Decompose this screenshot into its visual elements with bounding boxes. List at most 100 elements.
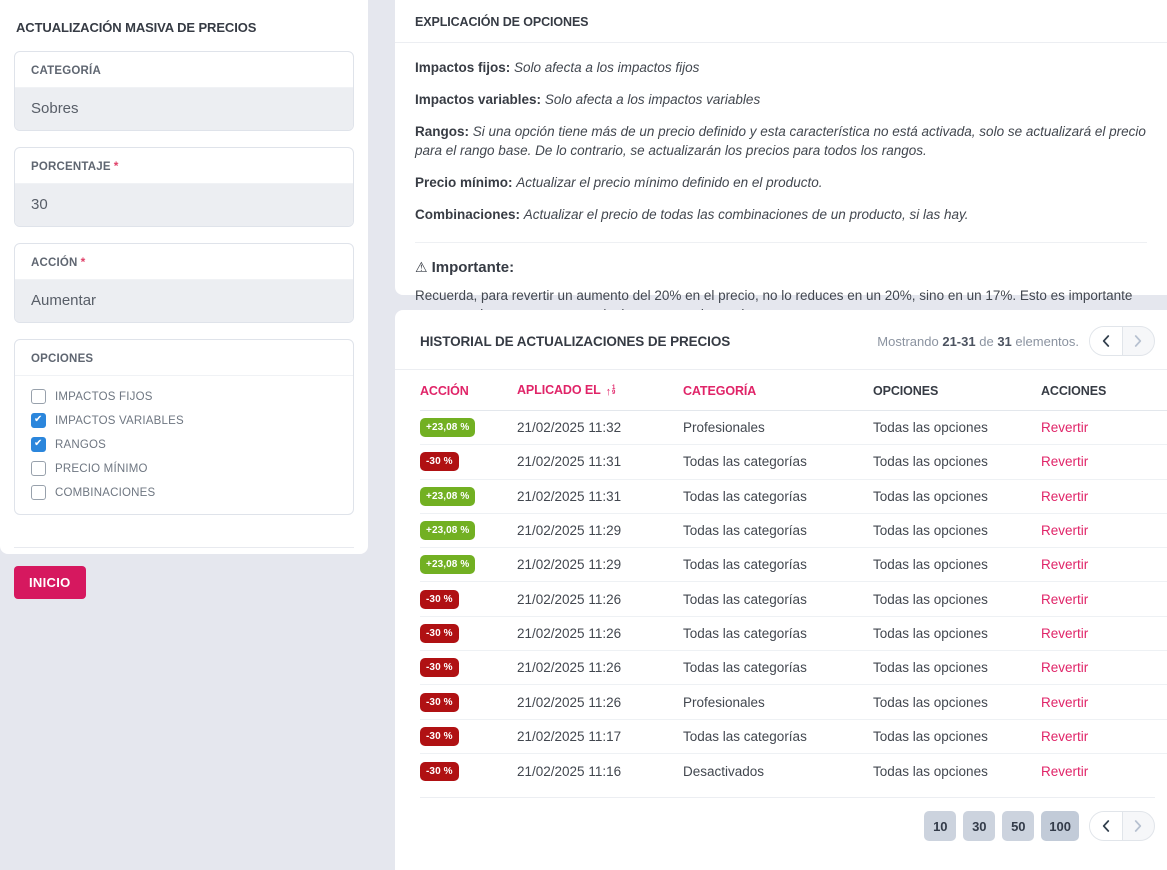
explanation-divider — [415, 242, 1147, 243]
table-row: -30 % 21/02/2025 11:26 Profesionales Tod… — [420, 685, 1167, 719]
history-header: HISTORIAL DE ACTUALIZACIONES DE PRECIOS … — [395, 310, 1167, 370]
action-badge: -30 % — [420, 658, 459, 677]
precio-minimo-checkbox[interactable] — [31, 461, 46, 476]
category-cell: Todas las categorías — [683, 592, 873, 607]
applied-cell: 21/02/2025 11:29 — [517, 523, 683, 538]
options-header: OPCIONES — [15, 340, 353, 376]
options-cell: Todas las opciones — [873, 626, 1041, 641]
action-cell: -30 % — [420, 693, 517, 712]
action-cell: -30 % — [420, 452, 517, 471]
explanation-term: Impactos fijos: — [415, 60, 510, 75]
options-cell: Todas las opciones — [873, 764, 1041, 779]
table-row: -30 % 21/02/2025 11:26 Todas las categor… — [420, 582, 1167, 616]
impactos-fijos-checkbox[interactable] — [31, 389, 46, 404]
page-title: ACTUALIZACIÓN MASIVA DE PRECIOS — [16, 20, 354, 35]
explanation-header: EXPLICACIÓN DE OPCIONES — [395, 0, 1167, 43]
page-size-100-button[interactable]: 100 — [1041, 811, 1079, 841]
table-row: -30 % 21/02/2025 11:26 Todas las categor… — [420, 617, 1167, 651]
showing-prefix: Mostrando — [877, 334, 938, 349]
revert-link[interactable]: Revertir — [1041, 626, 1167, 641]
applied-cell: 21/02/2025 11:16 — [517, 764, 683, 779]
category-cell: Todas las categorías — [683, 454, 873, 469]
table-row: -30 % 21/02/2025 11:17 Todas las categor… — [420, 720, 1167, 754]
applied-cell: 21/02/2025 11:26 — [517, 592, 683, 607]
revert-link[interactable]: Revertir — [1041, 695, 1167, 710]
column-header-acciones: ACCIONES — [1041, 384, 1167, 398]
action-badge: +23,08 % — [420, 555, 475, 574]
option-combinaciones: COMBINACIONES — [31, 485, 337, 500]
category-cell: Todas las categorías — [683, 626, 873, 641]
start-button[interactable]: INICIO — [14, 566, 86, 599]
action-cell: -30 % — [420, 762, 517, 781]
category-cell: Profesionales — [683, 695, 873, 710]
options-cell: Todas las opciones — [873, 729, 1041, 744]
previous-page-button[interactable] — [1090, 812, 1123, 840]
category-field-header: CATEGORÍA — [15, 52, 353, 88]
next-page-button[interactable] — [1123, 327, 1155, 355]
showing-suffix: elementos. — [1015, 334, 1079, 349]
applied-cell: 21/02/2025 11:31 — [517, 454, 683, 469]
applied-cell: 21/02/2025 11:17 — [517, 729, 683, 744]
explanation-desc: Si una opción tiene más de un precio def… — [415, 124, 1146, 158]
action-badge: -30 % — [420, 624, 459, 643]
table-row: -30 % 21/02/2025 11:31 Todas las categor… — [420, 445, 1167, 479]
action-badge: +23,08 % — [420, 487, 475, 506]
page-size-30-button[interactable]: 30 — [963, 811, 995, 841]
category-cell: Desactivados — [683, 764, 873, 779]
action-badge: -30 % — [420, 590, 459, 609]
action-badge: +23,08 % — [420, 418, 475, 437]
category-select[interactable]: Sobres — [15, 88, 353, 130]
explanation-term: Rangos: — [415, 124, 469, 139]
option-label: RANGOS — [55, 439, 106, 451]
revert-link[interactable]: Revertir — [1041, 489, 1167, 504]
revert-link[interactable]: Revertir — [1041, 454, 1167, 469]
revert-link[interactable]: Revertir — [1041, 729, 1167, 744]
next-page-button[interactable] — [1123, 812, 1155, 840]
applied-cell: 21/02/2025 11:31 — [517, 489, 683, 504]
table-row: +23,08 % 21/02/2025 11:31 Todas las cate… — [420, 480, 1167, 514]
page-size-10-button[interactable]: 10 — [924, 811, 956, 841]
revert-link[interactable]: Revertir — [1041, 764, 1167, 779]
action-select[interactable]: Aumentar — [15, 280, 353, 322]
column-header-accion[interactable]: ACCIÓN — [420, 384, 517, 398]
revert-link[interactable]: Revertir — [1041, 420, 1167, 435]
previous-page-button[interactable] — [1090, 327, 1123, 355]
percentage-field-label: PORCENTAJE — [31, 161, 111, 173]
options-cell: Todas las opciones — [873, 557, 1041, 572]
revert-link[interactable]: Revertir — [1041, 557, 1167, 572]
action-badge: -30 % — [420, 762, 459, 781]
chevron-right-icon — [1134, 820, 1142, 832]
category-cell: Profesionales — [683, 420, 873, 435]
revert-link[interactable]: Revertir — [1041, 592, 1167, 607]
impactos-variables-checkbox[interactable] — [31, 413, 46, 428]
percentage-input[interactable]: 30 — [15, 184, 353, 226]
warning-triangle-icon: ⚠ — [415, 259, 428, 275]
options-label: OPCIONES — [31, 353, 93, 365]
category-field-card: CATEGORÍA Sobres — [14, 51, 354, 131]
revert-link[interactable]: Revertir — [1041, 660, 1167, 675]
explanation-title: EXPLICACIÓN DE OPCIONES — [415, 15, 588, 29]
revert-link[interactable]: Revertir — [1041, 523, 1167, 538]
category-field-label: CATEGORÍA — [31, 65, 101, 77]
table-row: -30 % 21/02/2025 11:16 Desactivados Toda… — [420, 754, 1167, 788]
explanation-item: Combinaciones: Actualizar el precio de t… — [415, 205, 1147, 224]
applied-cell: 21/02/2025 11:32 — [517, 420, 683, 435]
column-header-categoria[interactable]: CATEGORÍA — [683, 384, 873, 398]
option-label: IMPACTOS FIJOS — [55, 391, 153, 403]
options-card: OPCIONES IMPACTOS FIJOS IMPACTOS VARIABL… — [14, 339, 354, 515]
action-cell: -30 % — [420, 590, 517, 609]
rangos-checkbox[interactable] — [31, 437, 46, 452]
applied-cell: 21/02/2025 11:26 — [517, 695, 683, 710]
page-size-50-button[interactable]: 50 — [1002, 811, 1034, 841]
price-update-history-panel: HISTORIAL DE ACTUALIZACIONES DE PRECIOS … — [395, 310, 1167, 870]
showing-total: 31 — [997, 334, 1011, 349]
category-cell: Todas las categorías — [683, 557, 873, 572]
action-badge: -30 % — [420, 727, 459, 746]
action-field-label: ACCIÓN — [31, 257, 78, 269]
action-cell: -30 % — [420, 658, 517, 677]
explanation-term: Precio mínimo: — [415, 175, 513, 190]
column-header-aplicado-el[interactable]: APLICADO EL — [517, 383, 683, 398]
combinaciones-checkbox[interactable] — [31, 485, 46, 500]
column-header-opciones: OPCIONES — [873, 384, 1041, 398]
history-table: ACCIÓN APLICADO EL CATEGORÍA OPCIONES AC… — [395, 370, 1167, 788]
